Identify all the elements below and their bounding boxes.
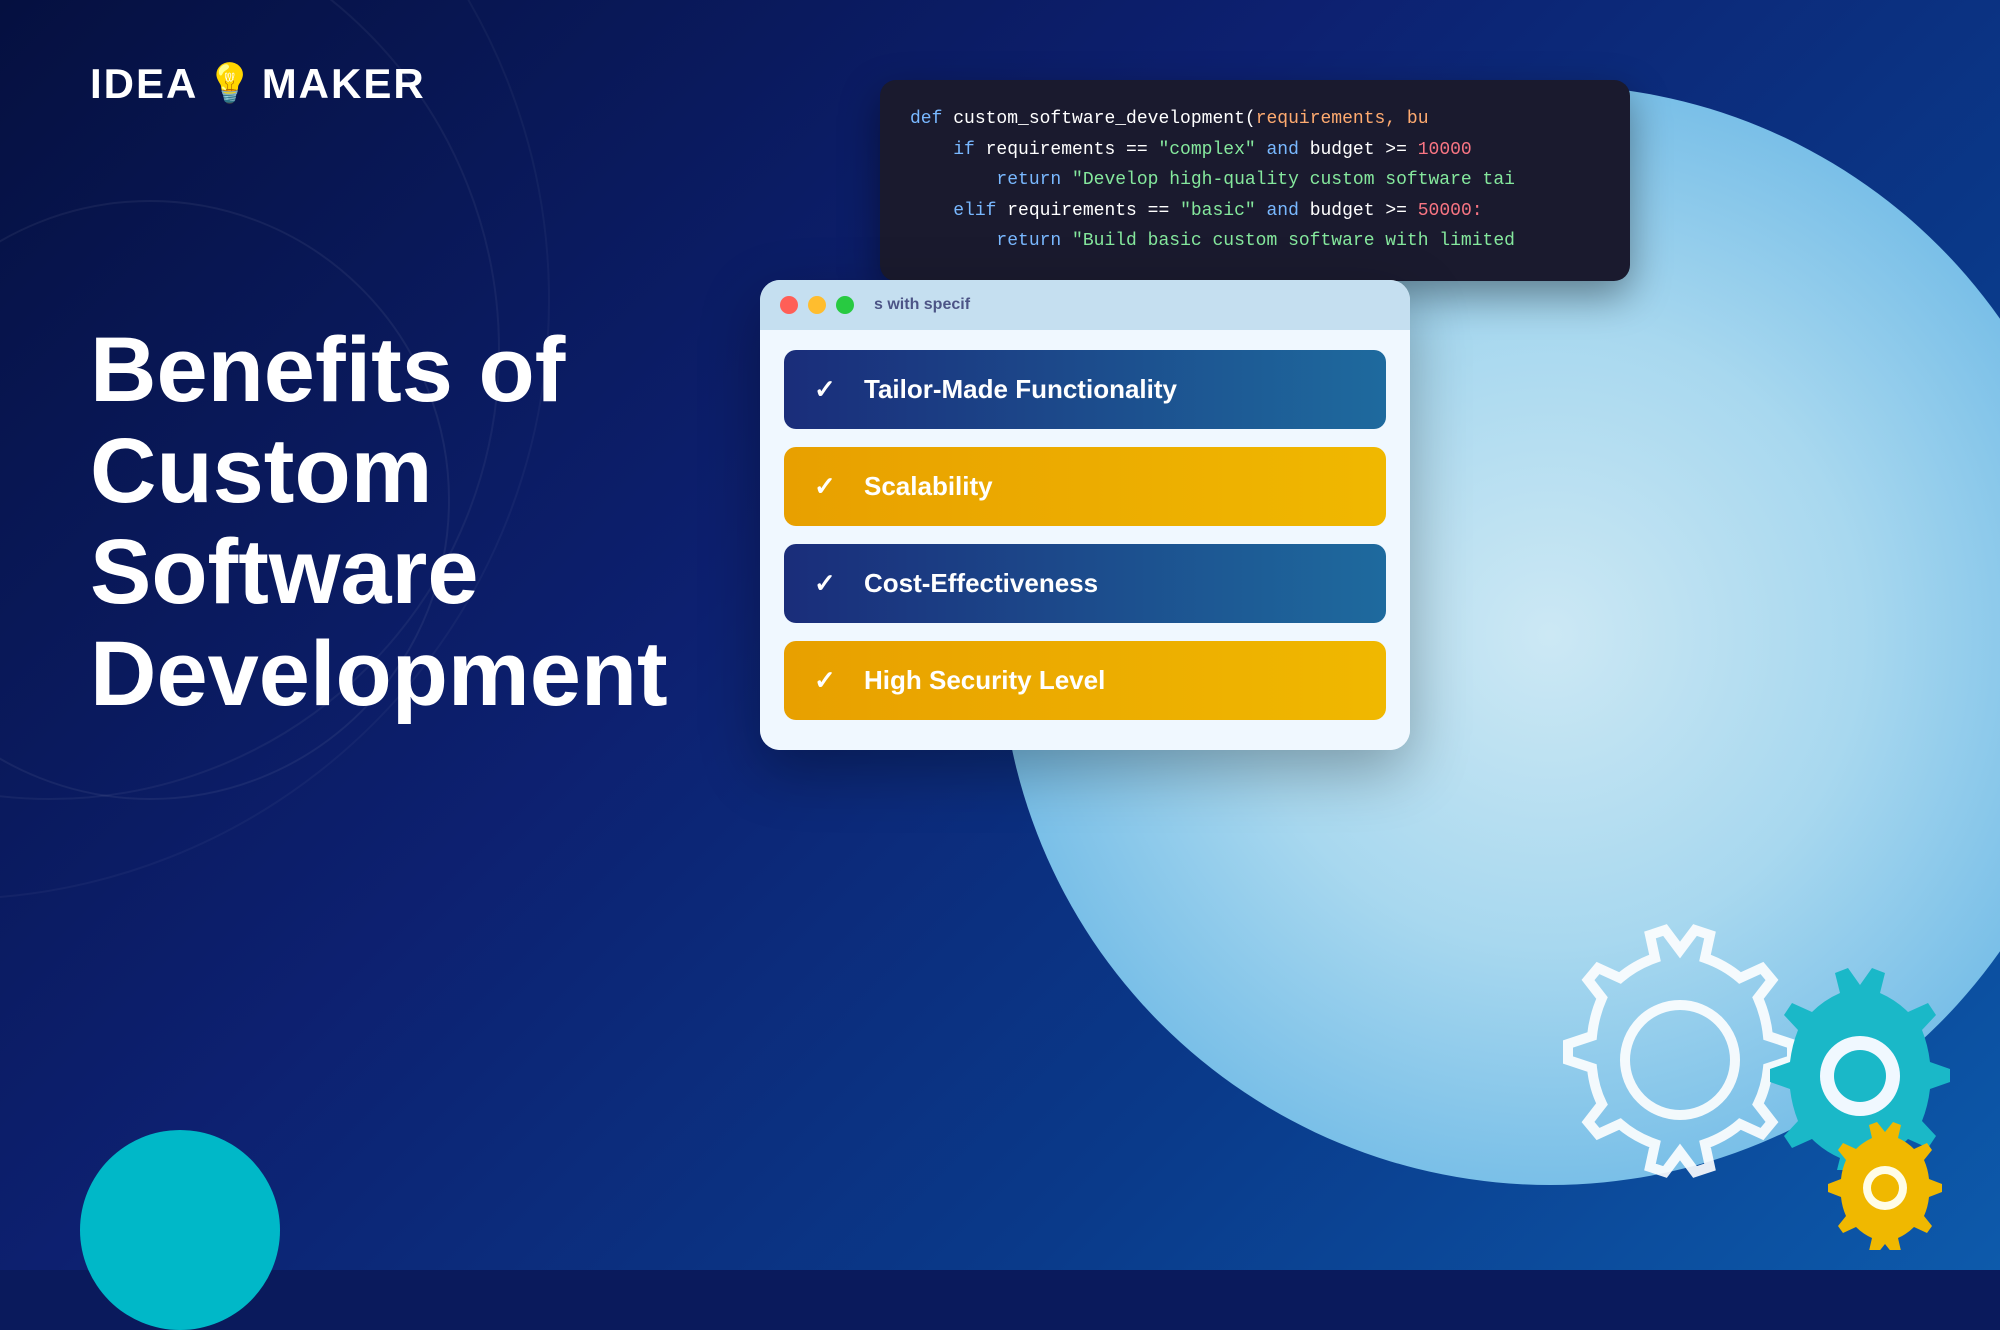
- benefit-item-2: ✓ Scalability: [784, 447, 1386, 526]
- cyan-arc-decoration: [80, 1130, 280, 1330]
- code-line-2: if requirements == "complex" and budget …: [910, 135, 1600, 166]
- code-line-1: def custom_software_development(requirem…: [910, 104, 1600, 135]
- logo-text-idea: IDEA: [90, 60, 198, 108]
- code-editor: def custom_software_development(requirem…: [880, 80, 1630, 281]
- benefit-label-3: Cost-Effectiveness: [864, 568, 1098, 599]
- headline-line1: Benefits of: [90, 320, 710, 421]
- check-icon-4: ✓: [814, 665, 844, 696]
- check-icon-2: ✓: [814, 471, 844, 502]
- code-line-4: elif requirements == "basic" and budget …: [910, 196, 1600, 227]
- headline-line2: Custom Software: [90, 421, 710, 623]
- benefit-label-4: High Security Level: [864, 665, 1105, 696]
- ui-window: s with specif ✓ Tailor-Made Functionalit…: [760, 280, 1410, 750]
- logo-bulb-icon: 💡: [206, 62, 253, 106]
- window-body: ✓ Tailor-Made Functionality ✓ Scalabilit…: [760, 330, 1410, 750]
- benefit-item-3: ✓ Cost-Effectiveness: [784, 544, 1386, 623]
- benefit-label-1: Tailor-Made Functionality: [864, 374, 1177, 405]
- code-line-3: return "Develop high-quality custom soft…: [910, 165, 1600, 196]
- check-icon-3: ✓: [814, 568, 844, 599]
- traffic-light-yellow: [808, 296, 826, 314]
- main-headline: Benefits of Custom Software Development: [90, 320, 710, 725]
- code-line-5: return "Build basic custom software with…: [910, 226, 1600, 257]
- check-icon-1: ✓: [814, 374, 844, 405]
- window-titlebar: s with specif: [760, 280, 1410, 330]
- benefit-item-1: ✓ Tailor-Made Functionality: [784, 350, 1386, 429]
- window-title-text: s with specif: [874, 296, 970, 314]
- benefit-item-4: ✓ High Security Level: [784, 641, 1386, 720]
- logo: IDEA 💡 MAKER: [90, 60, 426, 108]
- gear-small-gold: [1820, 1120, 1950, 1250]
- traffic-light-red: [780, 296, 798, 314]
- headline-line3: Development: [90, 624, 710, 725]
- logo-text-maker: MAKER: [262, 60, 426, 108]
- traffic-light-green: [836, 296, 854, 314]
- benefit-label-2: Scalability: [864, 471, 993, 502]
